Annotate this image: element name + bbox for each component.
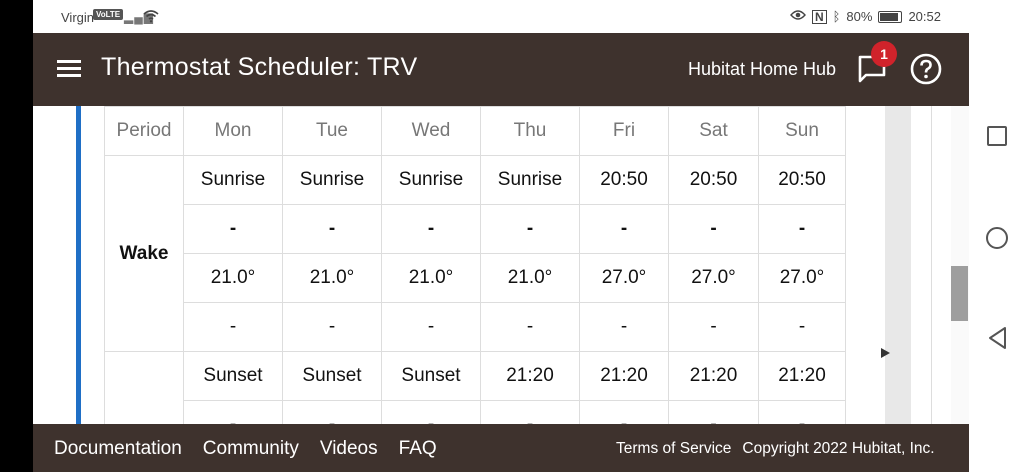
next-time-cell[interactable]: Sunset	[381, 351, 481, 401]
wake-time-cell[interactable]: Sunrise	[183, 155, 283, 205]
wake-cool-cell[interactable]: -	[668, 204, 759, 254]
schedule-content: Period Mon Tue Wed Thu Fri Sat Sun Wake …	[33, 106, 969, 424]
nfc-icon: N	[811, 9, 827, 24]
wake-heat-cell[interactable]: 27.0°	[668, 253, 759, 303]
wake-cool-cell[interactable]: -	[183, 204, 283, 254]
wake-time-cell[interactable]: Sunrise	[480, 155, 580, 205]
wake-fan-cell[interactable]: -	[579, 302, 669, 352]
notification-badge: 1	[871, 41, 897, 67]
hub-name[interactable]: Hubitat Home Hub	[688, 59, 836, 80]
app-screen: Virgin VoLTE ▂▄▆ N ᛒ 80% 20:52 Thermosta…	[33, 0, 969, 472]
footer-link-videos[interactable]: Videos	[320, 438, 378, 460]
wake-fan-cell[interactable]: -	[668, 302, 759, 352]
copyright-text: Copyright 2022 Hubitat, Inc.	[742, 440, 935, 457]
footer: Documentation Community Videos FAQ Terms…	[33, 424, 969, 472]
table-row: Wake Sunrise Sunrise Sunrise Sunrise 20:…	[104, 155, 846, 352]
home-button-icon[interactable]	[986, 227, 1008, 249]
wake-heat-cell[interactable]: 21.0°	[282, 253, 382, 303]
eye-icon	[790, 9, 806, 24]
header-day: Fri	[579, 106, 669, 156]
footer-links: Documentation Community Videos FAQ	[54, 438, 437, 460]
header-day: Sat	[668, 106, 759, 156]
wake-fan-cell[interactable]: -	[758, 302, 846, 352]
next-cool-cell[interactable]: -	[579, 400, 669, 424]
next-time-cell[interactable]: Sunset	[282, 351, 382, 401]
wake-cool-cell[interactable]: -	[758, 204, 846, 254]
next-time-cell[interactable]: Sunset	[183, 351, 283, 401]
terms-link[interactable]: Terms of Service	[616, 440, 731, 458]
android-nav-bar	[969, 0, 1024, 472]
next-cool-cell[interactable]: -	[480, 400, 580, 424]
period-next-label	[104, 351, 184, 424]
wake-cool-cell[interactable]: -	[480, 204, 580, 254]
header-day: Wed	[381, 106, 481, 156]
app-bar: Thermostat Scheduler: TRV Hubitat Home H…	[33, 33, 969, 106]
wake-cool-cell[interactable]: -	[381, 204, 481, 254]
footer-link-community[interactable]: Community	[203, 438, 299, 460]
header-day: Sun	[758, 106, 846, 156]
back-button-icon[interactable]	[987, 326, 1009, 350]
wake-heat-cell[interactable]: 27.0°	[758, 253, 846, 303]
header-day: Mon	[183, 106, 283, 156]
wake-heat-cell[interactable]: 21.0°	[480, 253, 580, 303]
table-row: - - - - - - -	[105, 204, 846, 254]
table-row: - - - - - - -	[105, 400, 846, 424]
wake-time-cell[interactable]: 20:50	[579, 155, 669, 205]
wake-time-cell[interactable]: 20:50	[758, 155, 846, 205]
next-time-cell[interactable]: 21:20	[758, 351, 846, 401]
battery-percent: 80%	[846, 9, 873, 24]
next-cool-cell[interactable]: -	[668, 400, 759, 424]
table-row: - - - - - - -	[105, 302, 846, 352]
page-title: Thermostat Scheduler: TRV	[101, 53, 418, 81]
next-cool-cell[interactable]: -	[183, 400, 283, 424]
wake-time-cell[interactable]: 20:50	[668, 155, 759, 205]
volte-icon: VoLTE	[93, 9, 124, 20]
next-cool-cell[interactable]: -	[381, 400, 481, 424]
wake-heat-cell[interactable]: 27.0°	[579, 253, 669, 303]
battery-icon	[878, 10, 903, 23]
clock: 20:52	[908, 9, 941, 24]
header-day: Thu	[480, 106, 580, 156]
wake-time-cell[interactable]: Sunrise	[381, 155, 481, 205]
expand-right-icon[interactable]	[881, 348, 890, 358]
bluetooth-icon: ᛒ	[832, 9, 841, 24]
help-icon[interactable]	[910, 53, 942, 85]
recents-button-icon[interactable]	[987, 126, 1007, 146]
wake-heat-cell[interactable]: 21.0°	[381, 253, 481, 303]
wake-heat-cell[interactable]: 21.0°	[183, 253, 283, 303]
schedule-table: Period Mon Tue Wed Thu Fri Sat Sun Wake …	[104, 106, 846, 424]
status-bar: Virgin VoLTE ▂▄▆ N ᛒ 80% 20:52	[33, 0, 969, 33]
wake-cool-cell[interactable]: -	[282, 204, 382, 254]
wake-time-cell[interactable]: Sunrise	[282, 155, 382, 205]
header-period: Period	[104, 106, 184, 156]
table-header-row: Period Mon Tue Wed Thu Fri Sat Sun	[104, 106, 846, 156]
wifi-icon	[143, 9, 159, 26]
footer-link-faq[interactable]: FAQ	[399, 438, 437, 460]
next-time-cell[interactable]: 21:20	[668, 351, 759, 401]
period-wake-label: Wake	[104, 155, 184, 352]
frame-divider	[931, 106, 932, 424]
wake-fan-cell[interactable]: -	[480, 302, 580, 352]
status-right: N ᛒ 80% 20:52	[790, 9, 941, 24]
next-time-cell[interactable]: 21:20	[579, 351, 669, 401]
next-cool-cell[interactable]: -	[758, 400, 846, 424]
scrollbar-track[interactable]	[951, 106, 969, 424]
table-side-panel	[885, 106, 911, 424]
table-row: 21.0° 21.0° 21.0° 21.0° 27.0° 27.0° 27.0…	[105, 253, 846, 303]
footer-link-documentation[interactable]: Documentation	[54, 438, 182, 460]
wake-fan-cell[interactable]: -	[381, 302, 481, 352]
accent-bar	[76, 106, 81, 424]
scrollbar-thumb[interactable]	[951, 266, 968, 321]
carrier-label: Virgin	[61, 10, 95, 25]
hamburger-menu-icon[interactable]	[57, 60, 81, 78]
wake-cool-cell[interactable]: -	[579, 204, 669, 254]
wake-fan-cell[interactable]: -	[183, 302, 283, 352]
header-day: Tue	[282, 106, 382, 156]
footer-legal: Terms of Service Copyright 2022 Hubitat,…	[616, 440, 935, 458]
wake-fan-cell[interactable]: -	[282, 302, 382, 352]
next-time-cell[interactable]: 21:20	[480, 351, 580, 401]
table-row: Sunset Sunset Sunset 21:20 21:20 21:20 2…	[104, 351, 846, 424]
next-cool-cell[interactable]: -	[282, 400, 382, 424]
